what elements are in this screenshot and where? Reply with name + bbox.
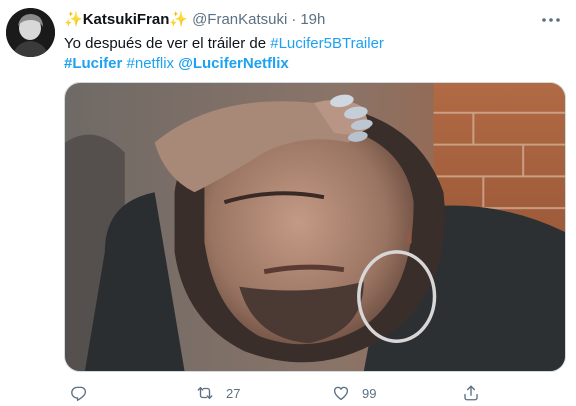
tweet-text-prefix: Yo después de ver el tráiler de: [64, 35, 271, 52]
display-name[interactable]: KatsukiFran: [83, 10, 170, 30]
retweet-button[interactable]: 27: [196, 382, 240, 404]
tweet-text-line-2: #Lucifer #netflix @LuciferNetflix: [64, 54, 564, 74]
like-button[interactable]: 99: [332, 382, 376, 404]
hashtag-lucifer5btrailer[interactable]: #Lucifer5BTrailer: [270, 35, 384, 52]
tweet-timestamp[interactable]: 19h: [300, 10, 325, 30]
like-count: 99: [362, 385, 377, 401]
heart-icon: [332, 384, 350, 402]
tweet-text: Yo después de ver el tráiler de #Lucifer…: [64, 34, 564, 74]
separator-dot: ·: [291, 11, 297, 28]
sparkle-emoji-left: ✨: [64, 11, 83, 28]
reply-button[interactable]: [70, 382, 100, 404]
tweet-header: ✨ KatsukiFran ✨ @FranKatsuki · 19h: [64, 10, 325, 30]
share-icon: [462, 384, 480, 402]
tweet-card[interactable]: ✨ KatsukiFran ✨ @FranKatsuki · 19h Yo de…: [0, 0, 576, 406]
more-options-icon[interactable]: [540, 10, 562, 30]
user-handle[interactable]: @FranKatsuki: [192, 10, 287, 30]
hashtag-netflix[interactable]: #netflix: [127, 55, 175, 72]
tweet-actions: 27 99: [64, 382, 524, 404]
retweet-count: 27: [226, 385, 241, 401]
avatar[interactable]: [6, 8, 55, 57]
hashtag-lucifer[interactable]: #Lucifer: [64, 55, 122, 72]
sparkle-emoji-right: ✨: [169, 11, 189, 28]
reply-icon: [70, 384, 88, 402]
tweet-image[interactable]: [64, 82, 566, 372]
tweet-text-line-1: Yo después de ver el tráiler de #Lucifer…: [64, 34, 564, 54]
mention-lucifernetflix[interactable]: @LuciferNetflix: [178, 55, 288, 72]
retweet-icon: [196, 384, 214, 402]
share-button[interactable]: [462, 382, 480, 404]
